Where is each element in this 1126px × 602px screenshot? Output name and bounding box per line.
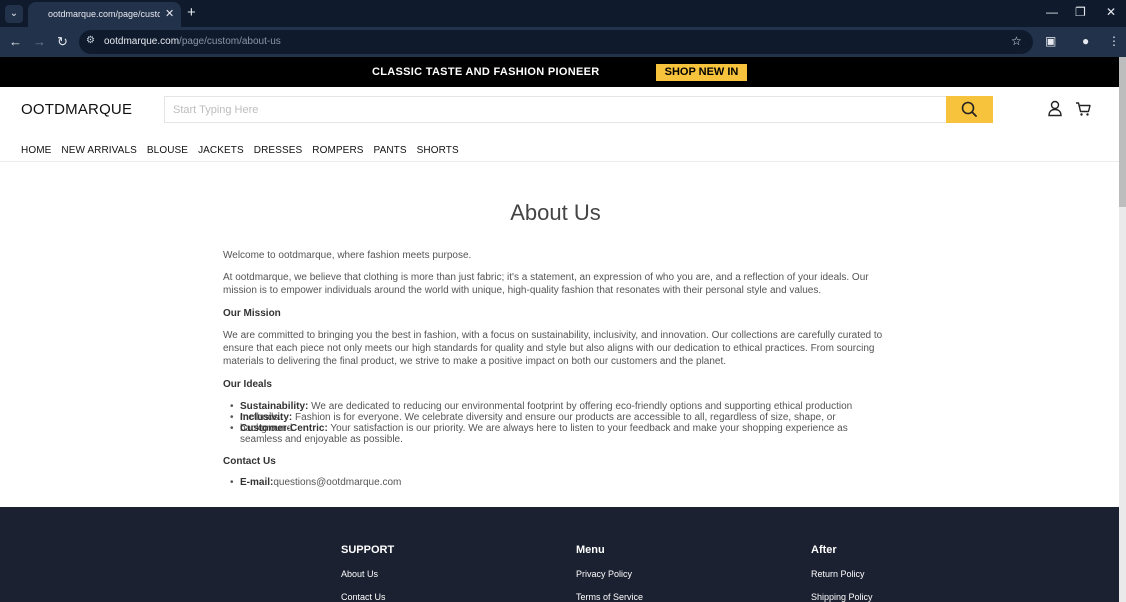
search-bar xyxy=(164,96,993,123)
bookmark-star-icon[interactable]: ☆ xyxy=(1011,34,1022,48)
footer-link-about-us[interactable]: About Us xyxy=(341,569,378,579)
nav-new-arrivals[interactable]: NEW ARRIVALS xyxy=(61,145,136,156)
address-bar[interactable]: ⚙ ootdmarque.com/page/custom/about-us ☆ xyxy=(79,30,1033,54)
nav-jackets[interactable]: JACKETS xyxy=(198,145,244,156)
footer-link-terms-of-service[interactable]: Terms of Service xyxy=(576,592,643,602)
bullet-icon: • xyxy=(230,423,234,434)
scrollbar-thumb[interactable] xyxy=(1119,57,1126,207)
forward-icon[interactable]: → xyxy=(33,34,46,49)
ideal-label: Sustainability: xyxy=(240,401,309,412)
site-info-icon[interactable]: ⚙ xyxy=(86,35,95,46)
nav-blouse[interactable]: BLOUSE xyxy=(147,145,188,156)
web-page: CLASSIC TASTE AND FASHION PIONEER SHOP N… xyxy=(0,57,1126,602)
ideal-text: Your satisfaction is our priority. We ar… xyxy=(240,423,848,445)
footer-link-shipping-policy[interactable]: Shipping Policy xyxy=(811,592,873,602)
footer-link-return-policy[interactable]: Return Policy xyxy=(811,569,865,579)
cart-icon[interactable] xyxy=(1075,101,1092,117)
restore-icon[interactable]: ❐ xyxy=(1075,5,1086,19)
ideal-item: • Customer-Centric: Your satisfaction is… xyxy=(230,423,885,445)
ideals-heading: Our Ideals xyxy=(223,379,272,390)
nav-home[interactable]: HOME xyxy=(21,145,51,156)
back-icon[interactable]: ← xyxy=(9,34,22,49)
reload-icon[interactable]: ↻ xyxy=(57,34,68,50)
account-icon[interactable] xyxy=(1047,100,1063,117)
browser-toolbar: ← → ↻ ⚙ ootdmarque.com/page/custom/about… xyxy=(0,27,1126,57)
footer-menu-heading: Menu xyxy=(576,544,605,556)
profile-icon[interactable]: ● xyxy=(1082,34,1089,48)
footer-support-heading: SUPPORT xyxy=(341,544,395,556)
header-divider xyxy=(0,161,1119,162)
belief-paragraph: At ootdmarque, we believe that clothing … xyxy=(223,272,869,296)
nav-dresses[interactable]: DRESSES xyxy=(254,145,303,156)
minimize-icon[interactable]: — xyxy=(1046,5,1058,19)
close-window-icon[interactable]: ✕ xyxy=(1106,5,1116,19)
nav-shorts[interactable]: SHORTS xyxy=(417,145,459,156)
bullet-icon: • xyxy=(230,412,234,423)
email-link[interactable]: questions@ootdmarque.com xyxy=(273,477,401,488)
url-text: ootdmarque.com/page/custom/about-us xyxy=(104,36,281,47)
ideal-label: Customer-Centric: xyxy=(240,423,328,434)
mission-heading: Our Mission xyxy=(223,308,281,319)
page-scrollbar[interactable] xyxy=(1119,57,1126,602)
search-button[interactable] xyxy=(946,96,993,123)
promo-banner: CLASSIC TASTE AND FASHION PIONEER SHOP N… xyxy=(0,57,1119,87)
search-input[interactable] xyxy=(165,97,946,122)
intro-paragraph: Welcome to ootdmarque, where fashion mee… xyxy=(223,250,472,261)
main-nav: HOME NEW ARRIVALS BLOUSE JACKETS DRESSES ROMP… xyxy=(21,140,469,156)
url-path: /page/custom/about-us xyxy=(179,36,281,47)
screenshot-icon[interactable]: ▣ xyxy=(1045,34,1056,48)
site-footer: SUPPORT About Us Contact Us Menu Privacy… xyxy=(0,507,1119,602)
search-icon xyxy=(961,101,977,117)
footer-after-heading: After xyxy=(811,544,837,556)
site-logo[interactable]: OOTDMARQUE xyxy=(21,101,132,118)
nav-rompers[interactable]: ROMPERS xyxy=(312,145,363,156)
browser-menu-icon[interactable]: ⋮ xyxy=(1108,34,1120,48)
bullet-icon: • xyxy=(230,401,234,412)
url-host: ootdmarque.com xyxy=(104,36,180,47)
bullet-icon: • xyxy=(230,477,234,488)
email-label: E-mail: xyxy=(240,477,274,488)
tab-title: ootdmarque.com/page/custom/ xyxy=(48,9,160,19)
footer-menu-column: Menu Privacy Policy Terms of Service xyxy=(576,544,643,602)
tab-close-icon[interactable]: ✕ xyxy=(165,7,174,20)
shop-new-in-button[interactable]: SHOP NEW IN xyxy=(656,64,747,81)
email-item: • E-mail:questions@ootdmarque.com xyxy=(230,477,885,488)
ideal-label: Inclusivity: xyxy=(240,412,293,423)
promo-text: CLASSIC TASTE AND FASHION PIONEER xyxy=(372,66,600,78)
new-tab-button[interactable]: + xyxy=(187,4,196,21)
contact-heading: Contact Us xyxy=(223,456,276,467)
browser-tab-bar: ⌄ ootdmarque.com/page/custom/ ✕ + — ❐ ✕ xyxy=(0,0,1126,27)
footer-link-contact-us[interactable]: Contact Us xyxy=(341,592,386,602)
tab-search-button[interactable]: ⌄ xyxy=(5,5,23,23)
browser-tab[interactable]: ootdmarque.com/page/custom/ ✕ xyxy=(28,2,181,27)
nav-pants[interactable]: PANTS xyxy=(374,145,407,156)
mission-paragraph: We are committed to bringing you the bes… xyxy=(223,330,883,367)
footer-link-privacy-policy[interactable]: Privacy Policy xyxy=(576,569,632,579)
footer-after-column: After Return Policy Shipping Policy xyxy=(811,544,873,602)
footer-support-column: SUPPORT About Us Contact Us xyxy=(341,544,395,602)
page-title: About Us xyxy=(510,200,601,225)
